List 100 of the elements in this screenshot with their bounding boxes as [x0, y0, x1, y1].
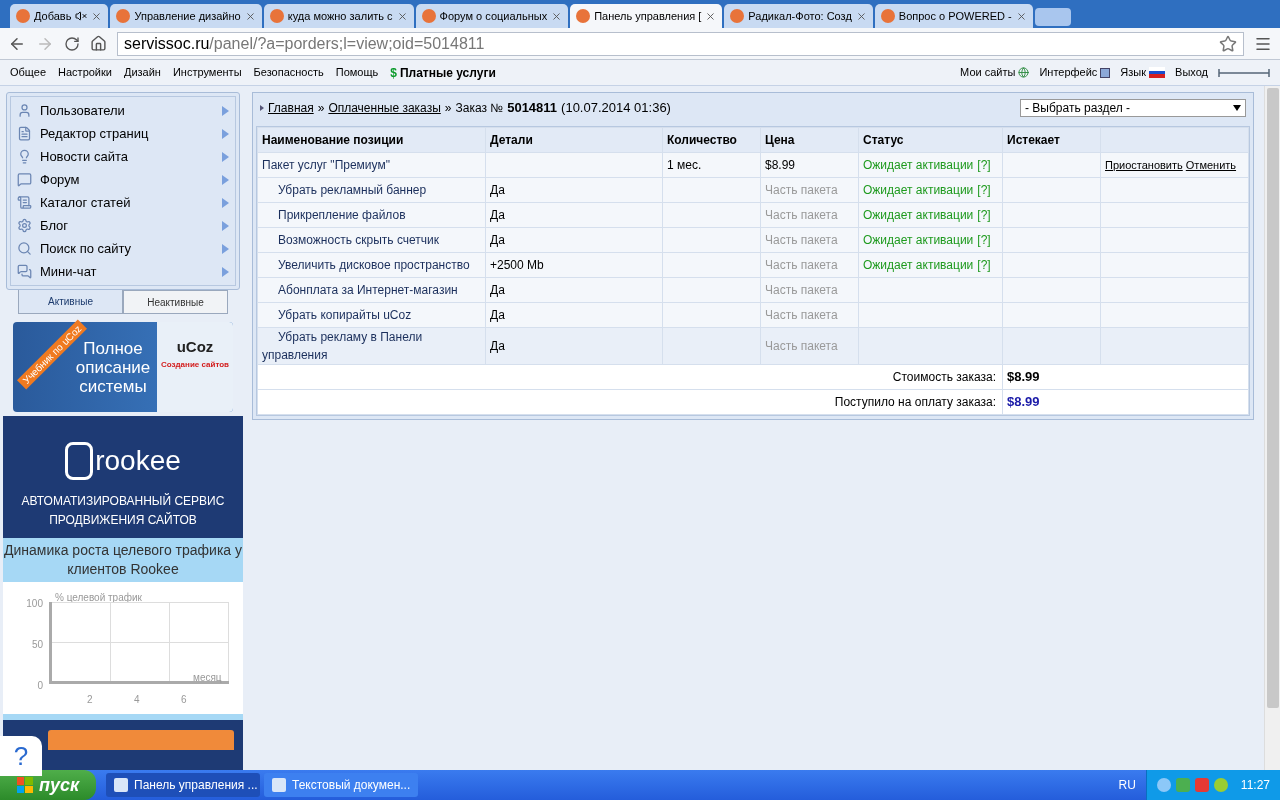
- dollar-icon: $: [390, 63, 397, 82]
- help-link[interactable]: [?]: [977, 233, 991, 247]
- close-icon[interactable]: [244, 10, 256, 22]
- close-icon[interactable]: [1015, 10, 1027, 22]
- column-header: Наименование позиции: [257, 127, 486, 153]
- close-icon[interactable]: [551, 10, 563, 22]
- help-link[interactable]: [?]: [977, 208, 991, 222]
- help-button[interactable]: ?: [0, 736, 42, 776]
- column-header: Детали: [485, 127, 663, 153]
- browser-tab[interactable]: Панель управления [: [570, 4, 723, 28]
- sidebar-item[interactable]: Редактор страниц: [11, 122, 235, 145]
- order-label: Заказ №: [455, 100, 504, 117]
- menu-item[interactable]: Язык: [1120, 64, 1166, 81]
- sidebar-tab[interactable]: Неактивные: [123, 290, 228, 314]
- status-text: Ожидает активации: [863, 233, 974, 247]
- table-cell: +2500 Mb: [490, 258, 544, 272]
- menu-item[interactable]: Интерфейс: [1039, 64, 1111, 81]
- reload-icon[interactable]: [64, 35, 80, 52]
- price-cell: Часть пакета: [765, 283, 838, 297]
- new-tab-button[interactable]: [1034, 8, 1071, 26]
- sidebar-tab[interactable]: Активные: [18, 290, 123, 314]
- banner-tagline: АВТОМАТИЗИРОВАННЫЙ СЕРВИС ПРОДВИЖЕНИЯ САЙТОВ: [20, 492, 226, 529]
- bookmark-star-icon[interactable]: [1219, 34, 1237, 53]
- price-cell: Часть пакета: [765, 208, 838, 222]
- table-cell: Да: [490, 283, 505, 297]
- help-link[interactable]: [?]: [977, 183, 991, 197]
- menu-item[interactable]: Мои сайты: [960, 64, 1030, 81]
- sidebar-item[interactable]: Мини-чат: [11, 260, 235, 283]
- start-button[interactable]: пуск: [0, 770, 96, 800]
- paid-services-label[interactable]: Платные услуги: [399, 63, 496, 82]
- menu-item[interactable]: Помощь: [335, 64, 379, 81]
- lightbulb-icon: [17, 149, 32, 164]
- price-cell: $8.99: [765, 158, 796, 172]
- taskbar-button[interactable]: Текстовый докумен...: [264, 773, 418, 797]
- help-link[interactable]: [?]: [977, 158, 991, 172]
- close-icon[interactable]: [91, 10, 103, 22]
- language-indicator[interactable]: RU: [1118, 776, 1136, 794]
- status-text: Ожидает активации: [863, 183, 974, 197]
- browser-tab[interactable]: Управление дизайно: [110, 4, 262, 28]
- address-field[interactable]: servissoc.ru/panel/?a=porders;l=view;oid=5014811: [117, 31, 1244, 56]
- sidebar-item[interactable]: Блог: [11, 214, 235, 237]
- browser-tab[interactable]: Добавь: [10, 4, 109, 28]
- order-date: (10.07.2014 01:36): [561, 99, 671, 118]
- tab-title: Добавь: [34, 8, 72, 24]
- browser-tab[interactable]: Радикал-Фото: Созд: [724, 4, 873, 28]
- speaker-muted-icon[interactable]: [75, 10, 88, 22]
- item-name: Убрать копирайты uCoz: [277, 308, 412, 322]
- action-link[interactable]: Приостановить: [1105, 158, 1183, 171]
- table-cell: Да: [490, 233, 505, 247]
- window-resize-icon[interactable]: [1218, 67, 1270, 78]
- sidebar-item[interactable]: Пользователи: [11, 99, 235, 122]
- table-cell: Да: [490, 339, 505, 353]
- triangle-icon: [222, 243, 229, 254]
- document-icon: [17, 126, 32, 141]
- close-icon[interactable]: [396, 10, 408, 22]
- scrollbar[interactable]: [1264, 86, 1280, 770]
- book-subtitle: Создание сайтов: [161, 358, 229, 371]
- tab-title: Вопрос о POWERED -: [898, 8, 1012, 24]
- taskbar-button[interactable]: Панель управления ...: [106, 773, 260, 797]
- menu-item[interactable]: Настройки: [58, 64, 112, 81]
- sidebar-item[interactable]: Новости сайта: [11, 145, 235, 168]
- price-cell: Часть пакета: [765, 183, 838, 197]
- home-icon[interactable]: [90, 35, 107, 52]
- menu-item[interactable]: Выход: [1175, 64, 1208, 81]
- triangle-icon: [222, 151, 229, 162]
- search-icon: [17, 241, 32, 256]
- item-name: Абонплата за Интернет-магазин: [277, 283, 458, 297]
- sidebar-item[interactable]: Поиск по сайту: [11, 237, 235, 260]
- favicon-icon: [730, 9, 745, 23]
- price-cell: Часть пакета: [765, 339, 838, 353]
- browser-tab[interactable]: Вопрос о POWERED -: [874, 4, 1033, 28]
- section-select[interactable]: - Выбрать раздел -: [1020, 99, 1246, 117]
- sidebar-item[interactable]: Форум: [11, 168, 235, 191]
- menu-item[interactable]: Дизайн: [123, 64, 161, 81]
- chat-bubbles-icon: [17, 264, 32, 279]
- close-icon[interactable]: [855, 10, 867, 22]
- browser-tab[interactable]: куда можно залить с: [263, 4, 414, 28]
- favicon-icon: [421, 9, 436, 23]
- action-link[interactable]: Отменить: [1185, 158, 1237, 171]
- triangle-icon: [260, 105, 264, 111]
- browser-tab[interactable]: Форум о социальных: [415, 4, 569, 28]
- breadcrumb-separator: »: [317, 100, 325, 117]
- breadcrumb-link[interactable]: Оплаченные заказы: [328, 99, 441, 117]
- windows-logo-icon: [16, 777, 33, 793]
- menu-item[interactable]: Безопасность: [253, 64, 324, 81]
- menu-item[interactable]: Общее: [10, 64, 47, 81]
- close-icon[interactable]: [705, 10, 717, 22]
- gear-icon: [17, 218, 32, 233]
- empty-chart-drawing: % целевой трафик 100 50 0 2 4 6 месяц: [3, 582, 243, 714]
- help-link[interactable]: [?]: [977, 258, 991, 272]
- column-header: Статус: [858, 127, 1003, 153]
- tab-title: Управление дизайно: [134, 8, 241, 24]
- total-value: $8.99: [1007, 394, 1040, 410]
- scroll-icon: [17, 195, 32, 210]
- item-name: Убрать рекламу в Панели управления: [262, 330, 423, 362]
- sidebar-item[interactable]: Каталог статей: [11, 191, 235, 214]
- breadcrumb-link[interactable]: Главная: [268, 99, 314, 117]
- menu-item[interactable]: Инструменты: [172, 64, 242, 81]
- tab-title: Форум о социальных: [439, 8, 548, 24]
- book-title: uCoz: [176, 337, 214, 357]
